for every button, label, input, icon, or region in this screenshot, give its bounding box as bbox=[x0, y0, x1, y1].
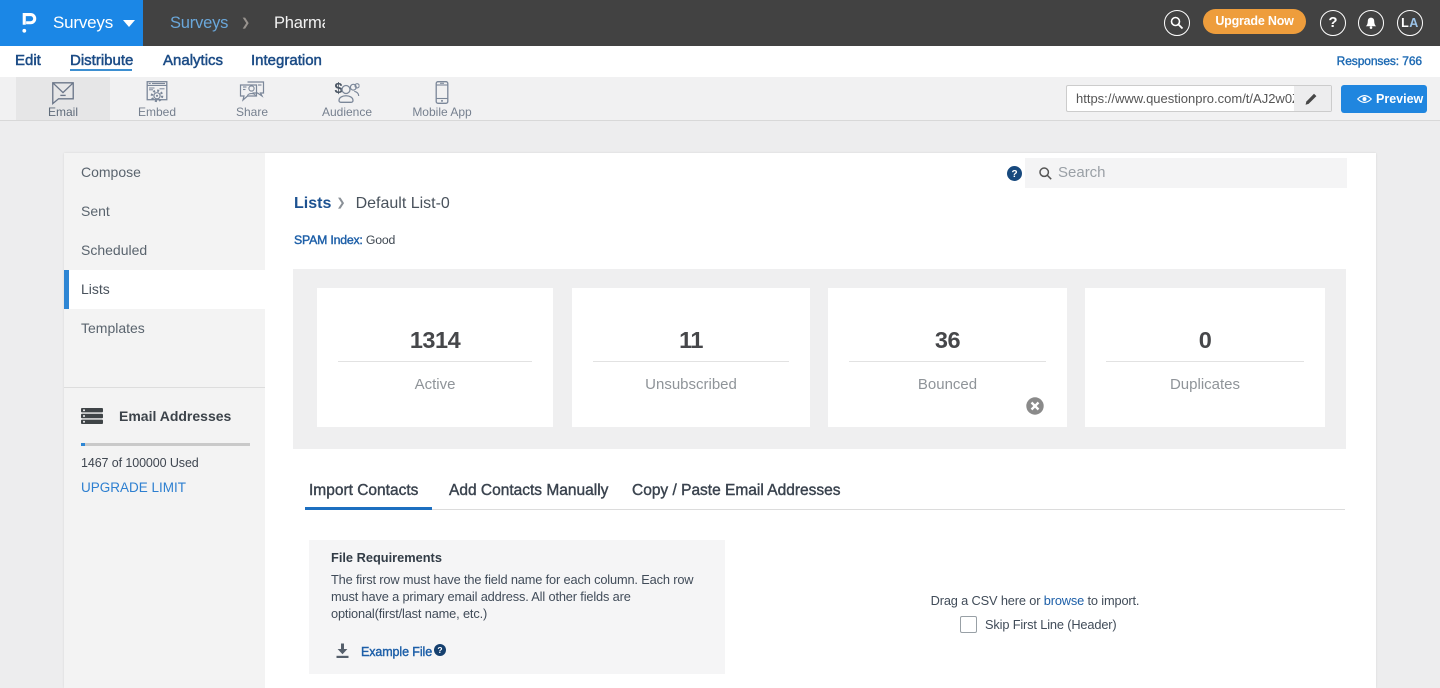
svg-text:$: $ bbox=[335, 81, 343, 97]
svg-text:?: ? bbox=[1011, 169, 1017, 180]
svg-text:?: ? bbox=[437, 645, 442, 655]
